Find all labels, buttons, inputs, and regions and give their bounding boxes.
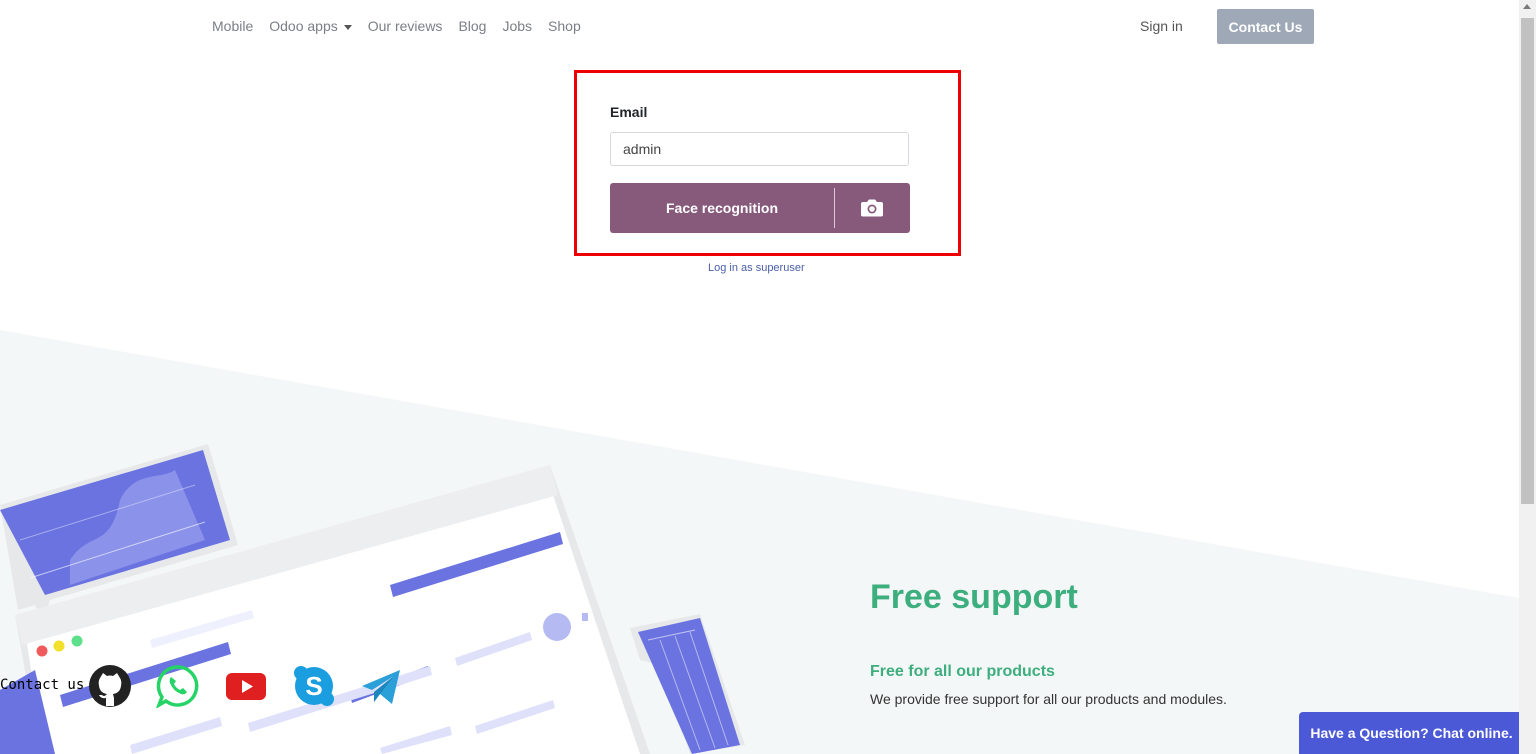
live-chat-button[interactable]: Have a Question? Chat online.	[1299, 712, 1524, 754]
free-support-subheading: Free for all our products	[870, 663, 1055, 680]
login-superuser-link[interactable]: Log in as superuser	[708, 262, 805, 274]
svg-text:S: S	[305, 671, 322, 701]
github-icon[interactable]	[88, 664, 132, 708]
camera-icon	[861, 199, 883, 217]
sign-in-link[interactable]: Sign in	[1140, 18, 1183, 34]
telegram-icon[interactable]	[360, 664, 404, 708]
nav-link-blog[interactable]: Blog	[458, 18, 486, 34]
nav-link-jobs[interactable]: Jobs	[502, 18, 532, 34]
contact-us-label: Contact us	[0, 677, 85, 693]
nav-link-odoo-apps-label: Odoo apps	[269, 18, 338, 34]
nav-link-odoo-apps[interactable]: Odoo apps	[269, 18, 352, 34]
scroll-up-arrow-icon[interactable]	[1523, 4, 1531, 9]
button-divider	[834, 188, 835, 228]
top-navbar: Mobile Odoo apps Our reviews Blog Jobs S…	[0, 0, 1519, 52]
nav-links: Mobile Odoo apps Our reviews Blog Jobs S…	[212, 18, 581, 34]
nav-link-shop[interactable]: Shop	[548, 18, 581, 34]
youtube-icon[interactable]	[224, 664, 268, 708]
face-recognition-button[interactable]: Face recognition	[610, 183, 910, 233]
free-support-heading: Free support	[870, 578, 1078, 616]
free-support-description: We provide free support for all our prod…	[870, 691, 1227, 707]
nav-link-our-reviews[interactable]: Our reviews	[368, 18, 443, 34]
nav-link-mobile[interactable]: Mobile	[212, 18, 253, 34]
chevron-down-icon	[343, 24, 352, 30]
email-label: Email	[610, 104, 648, 120]
contact-us-button[interactable]: Contact Us	[1217, 9, 1314, 44]
face-recognition-label: Face recognition	[665, 200, 779, 216]
skype-icon[interactable]: S	[292, 664, 336, 708]
email-field[interactable]	[610, 132, 909, 166]
whatsapp-icon[interactable]	[156, 664, 200, 708]
scrollbar-thumb[interactable]	[1521, 18, 1534, 504]
